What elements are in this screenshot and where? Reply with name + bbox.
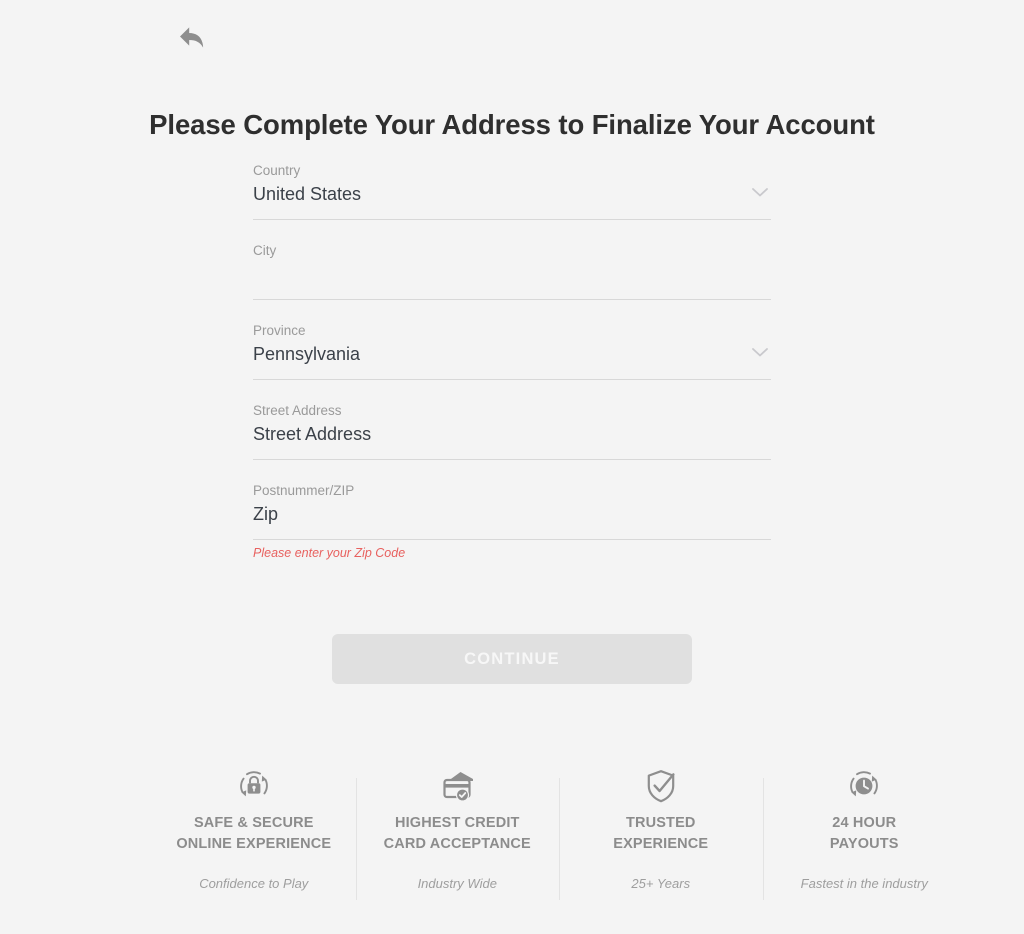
- continue-button[interactable]: CONTINUE: [332, 634, 692, 684]
- field-control-province[interactable]: Pennsylvania: [253, 339, 771, 380]
- lock-refresh-icon: [158, 765, 350, 807]
- field-control-street-address[interactable]: [253, 419, 771, 460]
- badge-subtitle: 25+ Years: [631, 876, 691, 891]
- field-control-zip[interactable]: [253, 499, 771, 540]
- badge-title: HIGHEST CREDIT CARD ACCEPTANCE: [383, 815, 531, 852]
- field-province: Province Pennsylvania: [253, 320, 771, 400]
- field-zip: Postnummer/ZIP Please enter your Zip Cod…: [253, 480, 771, 572]
- field-control-city[interactable]: [253, 259, 771, 300]
- badge-payouts: 24 HOUR PAYOUTS Fastest in the industry: [762, 765, 967, 900]
- address-form: Country United States City Province Penn…: [253, 143, 771, 572]
- field-country: Country United States: [253, 160, 771, 240]
- field-control-country[interactable]: United States: [253, 179, 771, 220]
- shield-check-icon: [565, 765, 757, 807]
- trust-badges: SAFE & SECURE ONLINE EXPERIENCE Confiden…: [152, 765, 967, 900]
- badge-trusted: TRUSTED EXPERIENCE 25+ Years: [559, 765, 763, 900]
- field-city: City: [253, 240, 771, 320]
- street-address-input[interactable]: [253, 419, 771, 448]
- badge-safe-secure: SAFE & SECURE ONLINE EXPERIENCE Confiden…: [152, 765, 356, 893]
- badge-credit-card: HIGHEST CREDIT CARD ACCEPTANCE Industry …: [355, 765, 560, 900]
- country-select-value[interactable]: United States: [253, 179, 771, 207]
- field-label-country: Country: [253, 163, 301, 178]
- zip-error-message: Please enter your Zip Code: [253, 546, 406, 560]
- badge-subtitle: Industry Wide: [417, 876, 497, 891]
- city-input[interactable]: [253, 259, 771, 288]
- credit-card-check-icon: [362, 765, 554, 807]
- zip-input[interactable]: [253, 499, 771, 528]
- page-title: Please Complete Your Address to Finalize…: [149, 109, 875, 140]
- badge-title: TRUSTED EXPERIENCE: [613, 815, 709, 852]
- badge-subtitle: Fastest in the industry: [800, 876, 928, 891]
- badge-title: SAFE & SECURE ONLINE EXPERIENCE: [176, 815, 332, 852]
- badge-subtitle: Confidence to Play: [199, 876, 309, 891]
- field-street-address: Street Address: [253, 400, 771, 480]
- field-label-province: Province: [253, 323, 306, 338]
- field-label-street-address: Street Address: [253, 403, 342, 418]
- signup-address-page: Please Complete Your Address to Finalize…: [0, 0, 1024, 684]
- field-label-zip: Postnummer/ZIP: [253, 483, 355, 498]
- continue-button-wrap: CONTINUE: [253, 572, 771, 684]
- badge-title: 24 HOUR PAYOUTS: [829, 815, 899, 852]
- province-select-value[interactable]: Pennsylvania: [253, 339, 771, 367]
- field-label-city: City: [253, 243, 277, 258]
- clock-refresh-icon: [769, 765, 961, 807]
